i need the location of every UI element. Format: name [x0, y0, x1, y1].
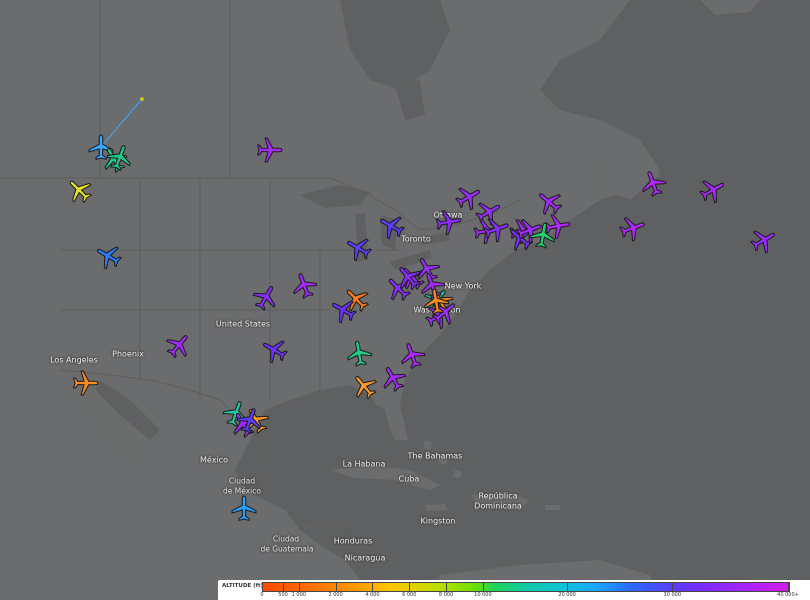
label-phoenix: Phoenix — [112, 349, 144, 359]
legend-tick-label: 40 000+ — [777, 592, 799, 598]
altitude-color-scale — [262, 582, 790, 592]
aircraft-marker-icon[interactable] — [66, 177, 93, 204]
legend-tick-label: 4 000 — [365, 592, 380, 598]
legend-tick — [788, 582, 789, 592]
aircraft-marker-icon[interactable] — [749, 227, 777, 254]
aircraft-marker-icon[interactable] — [165, 332, 192, 359]
legend-tick-label: 0 — [260, 592, 264, 598]
label-guatemala-line1: Ciudad — [272, 534, 300, 544]
legend-tick — [446, 582, 448, 592]
altitude-legend: ALTITUDE (ft) 0 500 1 000 2 000 4 000 6 000 8 … — [218, 580, 810, 600]
aircraft-marker-icon[interactable] — [380, 365, 407, 393]
label-la-habana: La Habana — [342, 459, 386, 469]
legend-tick — [567, 582, 569, 592]
label-nicaragua: Nicaragua — [344, 553, 386, 563]
legend-tick — [409, 582, 411, 592]
legend-tick-label: 8 000 — [438, 592, 454, 598]
aircraft-marker-icon[interactable] — [640, 170, 667, 198]
aircraft-marker-icon[interactable] — [261, 337, 289, 364]
land-puerto-rico — [545, 505, 560, 510]
legend-tick-label: 20 000 — [558, 592, 576, 598]
label-republica-line2: Dominicana — [474, 501, 522, 511]
aircraft-marker-icon[interactable] — [72, 370, 99, 396]
label-los-angeles: Los Angeles — [50, 355, 98, 365]
aircraft-marker-icon[interactable] — [346, 340, 373, 367]
legend-tick — [482, 582, 484, 592]
aircraft-marker-icon[interactable] — [106, 144, 133, 172]
legend-tick-label: 30 000 — [663, 592, 682, 598]
label-united-states: United States — [215, 319, 271, 329]
label-toronto: Toronto — [401, 234, 431, 244]
aircraft-marker-icon[interactable] — [536, 189, 563, 216]
label-kingston: Kingston — [420, 516, 456, 526]
aircraft-marker-icon[interactable] — [351, 373, 378, 400]
label-mexico: México — [200, 455, 228, 465]
legend-tick — [298, 582, 300, 592]
aircraft-marker-icon[interactable] — [378, 213, 406, 240]
aircraft-marker-icon[interactable] — [231, 495, 257, 522]
legend-tick-label: 2 000 — [328, 592, 343, 598]
aircraft-marker-icon[interactable] — [423, 288, 450, 315]
label-republica-line1: República — [478, 491, 518, 501]
legend-tick — [283, 582, 285, 592]
legend-tick-label: 500 — [278, 592, 288, 598]
label-cuba: Cuba — [398, 474, 420, 484]
label-the-bahamas: The Bahamas — [407, 451, 463, 461]
legend-tick — [335, 582, 337, 592]
legend-tick — [372, 582, 374, 592]
aircraft-marker-icon[interactable] — [482, 216, 510, 243]
land-jamaica — [425, 504, 447, 511]
aircraft-marker-icon[interactable] — [698, 177, 726, 204]
legend-tick — [672, 582, 674, 592]
legend-tick — [262, 582, 263, 592]
legend-tick-label: 1 000 — [291, 592, 306, 598]
label-guatemala-line2: de Guatemala — [260, 544, 314, 554]
aircraft-marker-icon[interactable] — [435, 209, 462, 236]
aircraft-marker-icon[interactable] — [291, 272, 318, 300]
aircraft-marker-icon[interactable] — [529, 222, 556, 249]
aircraft-marker-icon[interactable] — [256, 137, 283, 163]
aircraft-marker-icon[interactable] — [252, 284, 279, 312]
aircraft-marker-icon[interactable] — [95, 243, 123, 270]
aircraft-marker-icon[interactable] — [345, 235, 373, 262]
aircraft-marker-icon[interactable] — [618, 215, 646, 242]
legend-tick-label: 6 000 — [402, 592, 417, 598]
aircraft-marker-icon[interactable] — [236, 407, 263, 435]
legend-title: ALTITUDE (ft) — [222, 583, 264, 589]
label-ciudad-de-mexico-line1: Ciudad — [228, 476, 256, 486]
track-end-dot — [140, 97, 144, 101]
aircraft-marker-icon[interactable] — [330, 297, 358, 324]
label-honduras: Honduras — [333, 536, 373, 546]
legend-tick-label: 10 000 — [474, 592, 492, 598]
